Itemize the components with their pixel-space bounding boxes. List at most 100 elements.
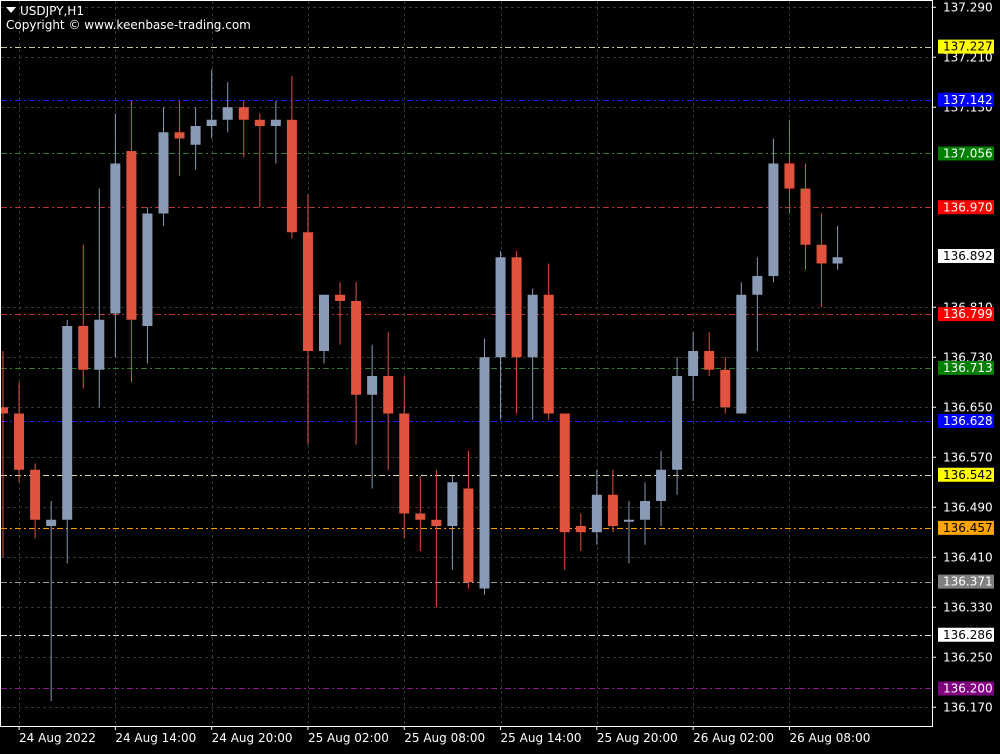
candle-body [800, 188, 811, 245]
y-tick-label: 136.250 [943, 650, 993, 664]
price-level-label: 136.542 [943, 468, 993, 482]
candle-body [720, 369, 731, 408]
price-level-label: 136.799 [943, 307, 993, 321]
candle-body [78, 326, 89, 370]
candle-body [736, 294, 747, 414]
candle-body [126, 151, 137, 320]
candle [78, 244, 89, 389]
candle [463, 451, 474, 589]
candle [768, 138, 779, 283]
candle-body [623, 519, 634, 522]
candle-body [463, 488, 474, 583]
candle [623, 501, 634, 564]
candle-body [238, 107, 249, 120]
candle-body [30, 469, 41, 520]
candle [752, 257, 763, 351]
candle [816, 213, 827, 308]
x-tick-label: 25 Aug 02:00 [308, 731, 389, 745]
candle [704, 332, 715, 376]
candle [319, 294, 329, 364]
candle [431, 469, 442, 608]
candle [559, 413, 570, 570]
price-level-label: 136.628 [943, 414, 993, 428]
candle [142, 207, 153, 364]
y-tick-label: 136.170 [943, 700, 993, 714]
candle [110, 113, 121, 358]
y-tick-label: 136.330 [943, 600, 993, 614]
candle-body [672, 376, 683, 470]
candle-body [415, 513, 426, 520]
chart-frame [0, 0, 933, 727]
candle-body [46, 519, 57, 526]
candle-body [559, 413, 570, 533]
price-level-label: 136.970 [943, 200, 993, 214]
candle-body [62, 326, 73, 520]
candle [591, 469, 602, 545]
candle [511, 251, 522, 414]
candle [672, 357, 683, 495]
candle [158, 107, 169, 226]
candle [800, 163, 811, 270]
candle [30, 463, 41, 539]
candle-body [158, 132, 169, 214]
chevron-down-icon[interactable] [6, 7, 16, 13]
candle-body [431, 519, 442, 526]
candle [447, 476, 458, 570]
price-level-label: 136.457 [943, 521, 993, 535]
x-tick-label: 24 Aug 14:00 [115, 731, 196, 745]
candle-body [575, 526, 586, 533]
candle [238, 101, 249, 158]
price-chart[interactable]: 137.290137.210137.130136.810136.730136.6… [0, 0, 1000, 750]
x-tick-label: 26 Aug 02:00 [693, 731, 774, 745]
candle-body [704, 351, 715, 370]
candle-body [495, 257, 506, 358]
candle [543, 263, 554, 420]
y-tick-label: 136.570 [943, 450, 993, 464]
x-tick-label: 25 Aug 14:00 [501, 731, 582, 745]
y-tick-label: 136.650 [943, 400, 993, 414]
candle-body [656, 469, 667, 501]
candle [0, 351, 8, 558]
candle [527, 288, 538, 420]
candle-body [511, 257, 522, 358]
candle [688, 332, 699, 401]
candle [62, 319, 73, 564]
candle-body [254, 119, 265, 126]
candle [383, 332, 394, 470]
candle [174, 101, 185, 176]
candle-body [832, 257, 843, 264]
candle-body [206, 119, 217, 126]
candle-body [94, 319, 105, 370]
candle-body [399, 413, 410, 514]
candle [607, 469, 618, 533]
candle [640, 482, 650, 545]
x-tick-label: 24 Aug 2022 [19, 731, 96, 745]
symbol-header[interactable]: USDJPY,H1 [6, 4, 84, 18]
candle-body [319, 294, 329, 351]
candle-body [784, 163, 795, 189]
x-tick-label: 26 Aug 08:00 [789, 731, 870, 745]
price-level-label: 137.142 [943, 93, 993, 107]
candle [126, 101, 137, 383]
candle [94, 188, 105, 408]
candle-body [816, 244, 827, 264]
candle [222, 82, 233, 133]
candle-body [335, 294, 346, 301]
candle [270, 101, 281, 164]
candle-body [14, 413, 25, 470]
price-level-label: 137.056 [943, 147, 993, 161]
candle [832, 226, 843, 270]
candle [206, 69, 217, 139]
candle [784, 119, 795, 214]
candle-body [174, 132, 185, 139]
candle [367, 344, 378, 489]
candle-body [110, 163, 121, 314]
x-tick-label: 25 Aug 20:00 [597, 731, 678, 745]
chart-area[interactable]: 137.290137.210137.130136.810136.730136.6… [0, 0, 1000, 750]
candle [302, 194, 313, 445]
candle-body [768, 163, 779, 276]
candle-body [640, 501, 650, 520]
x-tick-label: 24 Aug 20:00 [212, 731, 293, 745]
candle-body [447, 482, 458, 526]
candle [335, 282, 346, 345]
